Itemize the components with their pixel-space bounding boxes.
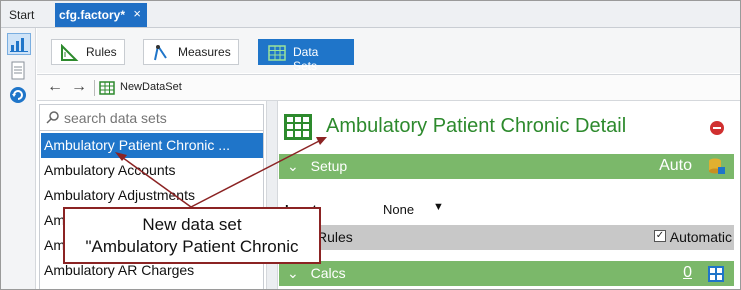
app-window: Start cfg.factory* × Rules Measures Data… (0, 0, 741, 290)
callout-line-1: New data set (142, 215, 242, 234)
annotation-callout: New data set "Ambulatory Patient Chronic (63, 207, 321, 264)
callout-line-2: "Ambulatory Patient Chronic (85, 237, 299, 256)
